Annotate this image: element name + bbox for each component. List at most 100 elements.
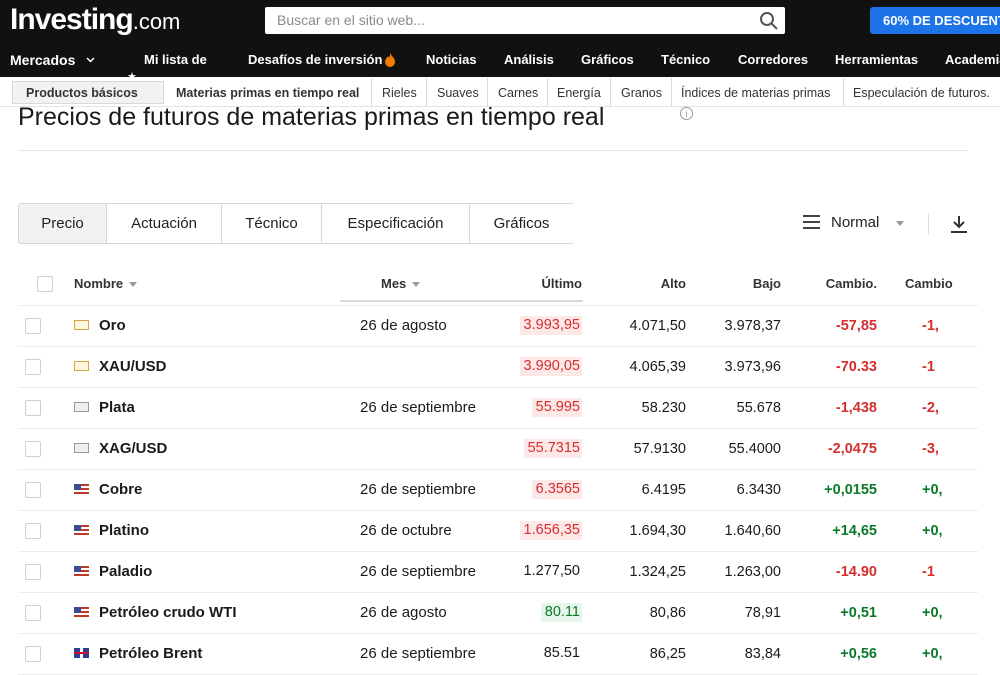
row-checkbox[interactable]	[25, 440, 41, 457]
high-cell: 6.4195	[588, 469, 692, 511]
table-row[interactable]: Plata 26 de septiembre 55.995 58.230 55.678-…	[18, 387, 978, 429]
change-pct-cell: -3,	[890, 428, 978, 470]
flag-icon	[74, 484, 89, 495]
select-all-checkbox[interactable]	[36, 275, 53, 292]
nav-tools[interactable]: Herramientas	[835, 52, 918, 67]
nav-analysis[interactable]: Análisis	[504, 52, 554, 67]
commodity-name[interactable]: Plata	[99, 399, 135, 416]
last-price: 1.277,50	[523, 563, 580, 579]
search-icon[interactable]	[759, 11, 779, 31]
subnav-indices[interactable]: Índices de materias primas	[672, 78, 844, 107]
subnav-granos[interactable]: Granos	[611, 78, 672, 107]
row-checkbox[interactable]	[25, 481, 41, 498]
tab-tecnico[interactable]: Técnico	[222, 203, 322, 244]
table-row[interactable]: Platino 26 de octubre 1.656,35 1.694,30 1.64…	[18, 510, 978, 552]
commodity-name[interactable]: Cobre	[99, 481, 142, 498]
month-cell: 26 de septiembre	[342, 469, 518, 511]
tab-actuacion[interactable]: Actuación	[107, 203, 222, 244]
col-cambio[interactable]: Cambio.	[792, 262, 890, 306]
month-cell: 26 de septiembre	[342, 551, 518, 593]
tab-graficos[interactable]: Gráficos	[470, 203, 573, 244]
change-cell: -1,438	[792, 387, 890, 429]
col-mes[interactable]: Mes	[342, 262, 518, 306]
change-cell: -70.33	[792, 346, 890, 388]
last-price: 85.51	[543, 645, 580, 661]
commodity-name[interactable]: XAG/USD	[99, 440, 167, 457]
flag-icon	[74, 525, 89, 536]
table-row[interactable]: XAU/USD 3.990,05 4.065,39 3.973,96 -70.33 -1	[18, 346, 978, 388]
row-checkbox[interactable]	[25, 399, 41, 416]
change-cell: -14.90	[792, 551, 890, 593]
flag-icon	[74, 566, 89, 577]
commodity-name[interactable]: Petróleo crudo WTI	[99, 604, 237, 621]
download-icon[interactable]	[948, 213, 970, 235]
subnav-productos-basicos[interactable]: Productos básicos	[12, 81, 164, 104]
table-row[interactable]: Oro 26 de agosto 3.993,95 4.071,50 3.978,37-…	[18, 305, 978, 347]
tab-especificacion[interactable]: Especificación	[322, 203, 470, 244]
nav-challenges[interactable]: Desafíos de inversión	[248, 52, 382, 67]
commodity-name[interactable]: Paladio	[99, 563, 152, 580]
row-checkbox[interactable]	[25, 522, 41, 539]
commodity-name[interactable]: Platino	[99, 522, 149, 539]
col-bajo[interactable]: Bajo	[692, 262, 792, 306]
change-pct-cell: +0,	[890, 633, 978, 675]
col-alto[interactable]: Alto	[588, 262, 692, 306]
info-icon[interactable]: i	[680, 107, 693, 120]
promo-button[interactable]: 60% DE DESCUENTO	[870, 7, 1000, 34]
low-cell: 3.973,96	[692, 346, 792, 388]
search-input[interactable]: Buscar en el sitio web...	[277, 12, 425, 28]
nav-brokers[interactable]: Corredores	[738, 52, 808, 67]
tab-precio[interactable]: Precio	[18, 203, 107, 244]
row-checkbox[interactable]	[25, 645, 41, 662]
sort-icon	[129, 281, 138, 287]
nav-watchlist[interactable]: Mi lista de	[144, 52, 207, 67]
nav-charts[interactable]: Gráficos	[581, 52, 634, 67]
low-cell: 3.978,37	[692, 305, 792, 347]
nav-news[interactable]: Noticias	[426, 52, 477, 67]
low-cell: 78,91	[692, 592, 792, 634]
list-icon	[803, 215, 820, 233]
nav-technical[interactable]: Técnico	[661, 52, 710, 67]
top-bar: Investing.com Buscar en el sitio web... …	[0, 0, 1000, 83]
row-checkbox[interactable]	[25, 317, 41, 334]
commodity-name[interactable]: XAU/USD	[99, 358, 167, 375]
last-price: 3.990,05	[519, 357, 582, 376]
commodity-name[interactable]: Petróleo Brent	[99, 645, 202, 662]
change-cell: +14,65	[792, 510, 890, 552]
change-pct-cell: +0,	[890, 510, 978, 552]
row-checkbox[interactable]	[25, 604, 41, 621]
row-checkbox[interactable]	[25, 563, 41, 580]
divider	[18, 150, 968, 151]
flag-icon	[74, 648, 89, 659]
search-box[interactable]: Buscar en el sitio web...	[265, 7, 785, 34]
change-cell: +0,56	[792, 633, 890, 675]
page-title: Precios de futuros de materias primas en…	[18, 103, 605, 131]
low-cell: 83,84	[692, 633, 792, 675]
row-checkbox[interactable]	[25, 358, 41, 375]
table-row[interactable]: Petróleo crudo WTI 26 de agosto 80.11 80,86…	[18, 592, 978, 634]
col-ultimo[interactable]: Último	[518, 262, 588, 306]
sort-icon	[412, 281, 421, 287]
nav-mercados[interactable]: Mercados	[10, 52, 75, 68]
fire-icon	[385, 53, 395, 67]
table-row[interactable]: Cobre 26 de septiembre 6.3565 6.4195 6.3430 +…	[18, 469, 978, 511]
last-price: 1.656,35	[519, 521, 582, 540]
subnav-especulacion[interactable]: Especulación de futuros.	[844, 78, 1000, 107]
investing-logo[interactable]: Investing.com	[10, 3, 180, 37]
nav-academy[interactable]: Academia	[945, 52, 1000, 67]
table-row[interactable]: XAG/USD 55.7315 57.9130 55.4000 -2,0475 -3,	[18, 428, 978, 470]
col-nombre[interactable]: Nombre	[64, 262, 342, 306]
change-pct-cell: -1	[890, 551, 978, 593]
col-cambio-pct[interactable]: Cambio	[890, 262, 978, 306]
low-cell: 6.3430	[692, 469, 792, 511]
change-pct-cell: +0,	[890, 469, 978, 511]
commodity-name[interactable]: Oro	[99, 317, 126, 334]
last-price: 80.11	[540, 603, 582, 622]
chevron-down-icon	[896, 221, 904, 226]
last-price: 6.3565	[531, 480, 582, 499]
table-row[interactable]: Paladio 26 de septiembre 1.277,50 1.324,25 1…	[18, 551, 978, 593]
low-cell: 55.4000	[692, 428, 792, 470]
low-cell: 1.640,60	[692, 510, 792, 552]
high-cell: 86,25	[588, 633, 692, 675]
table-row[interactable]: Petróleo Brent 26 de septiembre 85.51 86,25…	[18, 633, 978, 675]
